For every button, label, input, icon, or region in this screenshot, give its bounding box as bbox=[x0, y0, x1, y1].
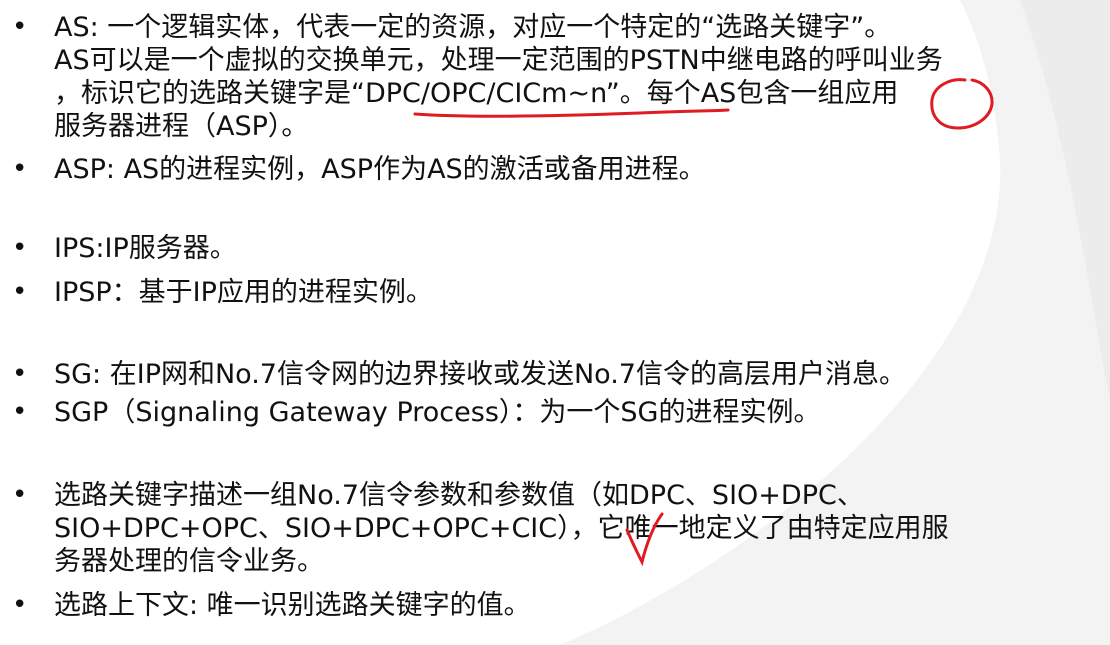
slide-content: • AS: 一个逻辑实体，代表一定的资源，对应一个特定的“选路关键字”。 AS可… bbox=[0, 0, 1110, 645]
bullet-icon: • bbox=[12, 590, 28, 620]
sgp-definition-text: SGP（Signaling Gateway Process）：为一个SG的进程实… bbox=[54, 397, 821, 428]
bullet-icon: • bbox=[12, 277, 28, 307]
list-item: • 选路上下文: 唯一识别选路关键字的值。 bbox=[12, 589, 1092, 622]
list-item: • AS: 一个逻辑实体，代表一定的资源，对应一个特定的“选路关键字”。 AS可… bbox=[12, 11, 1092, 143]
as-definition-text: AS: 一个逻辑实体，代表一定的资源，对应一个特定的“选路关键字”。 AS可以是… bbox=[54, 12, 943, 142]
bullet-icon: • bbox=[12, 359, 28, 389]
bullet-icon: • bbox=[12, 233, 28, 263]
ipsp-definition-text: IPSP：基于IP应用的进程实例。 bbox=[54, 277, 433, 308]
list-item: • ASP: AS的进程实例，ASP作为AS的激活或备用进程。 bbox=[12, 153, 1092, 186]
ips-definition-text: IPS:IP服务器。 bbox=[54, 233, 237, 264]
bullet-icon: • bbox=[12, 480, 28, 510]
routing-context-definition-text: 选路上下文: 唯一识别选路关键字的值。 bbox=[54, 590, 531, 621]
list-item: • IPS:IP服务器。 bbox=[12, 232, 1092, 265]
bullet-icon: • bbox=[12, 397, 28, 427]
list-item: • SGP（Signaling Gateway Process）：为一个SG的进… bbox=[12, 396, 1092, 429]
sg-definition-text: SG: 在IP网和No.7信令网的边界接收或发送No.7信令的高层用户消息。 bbox=[54, 359, 906, 390]
list-item: • SG: 在IP网和No.7信令网的边界接收或发送No.7信令的高层用户消息。 bbox=[12, 358, 1092, 391]
asp-definition-text: ASP: AS的进程实例，ASP作为AS的激活或备用进程。 bbox=[54, 154, 706, 185]
routing-key-definition-text: 选路关键字描述一组No.7信令参数和参数值（如DPC、SIO+DPC、 SIO+… bbox=[54, 480, 949, 577]
list-item: • 选路关键字描述一组No.7信令参数和参数值（如DPC、SIO+DPC、 SI… bbox=[12, 479, 1092, 578]
bullet-icon: • bbox=[12, 154, 28, 184]
bullet-icon: • bbox=[12, 12, 28, 42]
list-item: • IPSP：基于IP应用的进程实例。 bbox=[12, 276, 1092, 309]
